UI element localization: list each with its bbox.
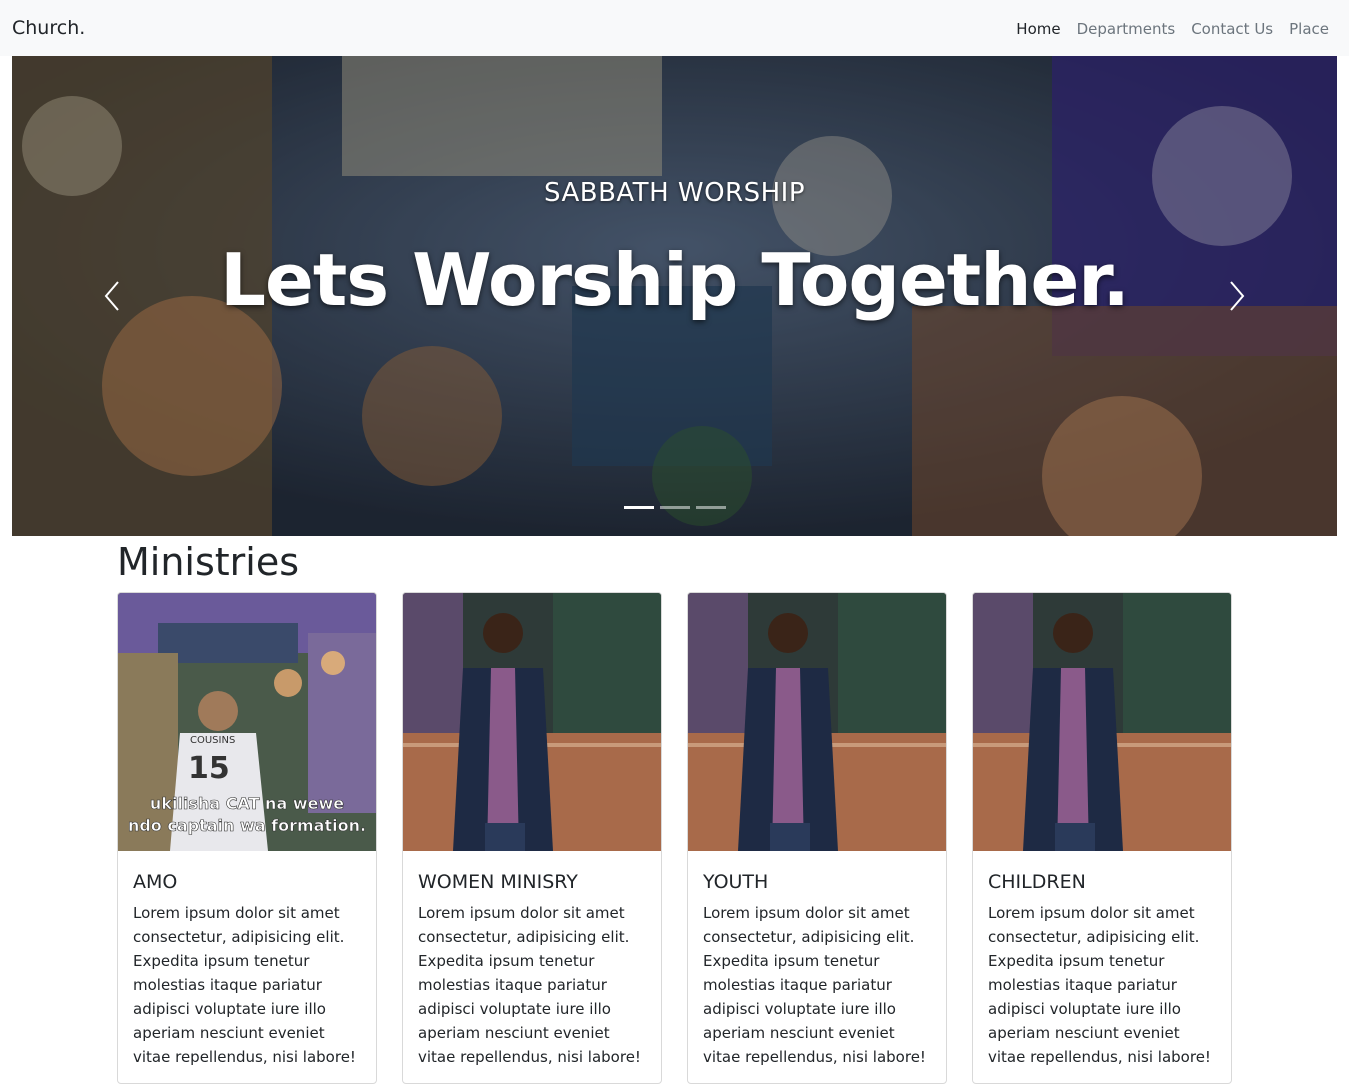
carousel-indicator[interactable]: [623, 506, 654, 509]
carousel-indicators: [12, 506, 1337, 509]
nav-contact-us[interactable]: Contact Us: [1191, 20, 1273, 38]
hero-title: Lets Worship Together.: [220, 238, 1130, 322]
card-title: WOMEN MINISRY: [418, 871, 578, 893]
card-body: CHILDREN Lorem ipsum dolor sit amet cons…: [973, 851, 1231, 1083]
card-body: YOUTH Lorem ipsum dolor sit amet consect…: [688, 851, 946, 1083]
svg-text:15: 15: [188, 751, 230, 786]
nav-home[interactable]: Home: [1016, 20, 1060, 38]
card-title: CHILDREN: [988, 871, 1086, 893]
chevron-right-icon: [1230, 281, 1245, 311]
ministry-card-women[interactable]: WOMEN MINISRY Lorem ipsum dolor sit amet…: [402, 592, 662, 1084]
card-body: AMO Lorem ipsum dolor sit amet consectet…: [118, 851, 376, 1083]
card-text: Lorem ipsum dolor sit amet consectetur, …: [133, 904, 356, 1066]
svg-text:ndo captain wa formation.: ndo captain wa formation.: [128, 816, 366, 835]
brand-logo[interactable]: Church.: [12, 17, 85, 39]
nav-place[interactable]: Place: [1289, 20, 1329, 38]
ministry-card-children[interactable]: CHILDREN Lorem ipsum dolor sit amet cons…: [972, 592, 1232, 1084]
nav-links: Home Departments Contact Us Place: [1000, 20, 1329, 38]
card-text: Lorem ipsum dolor sit amet consectetur, …: [418, 904, 641, 1066]
card-text: Lorem ipsum dolor sit amet consectetur, …: [703, 904, 926, 1066]
svg-text:COUSINS: COUSINS: [190, 735, 235, 746]
chevron-left-icon: [104, 281, 119, 311]
hero-carousel: SABBATH WORSHIP Lets Worship Together.: [12, 56, 1337, 536]
card-text: Lorem ipsum dolor sit amet consectetur, …: [988, 904, 1211, 1066]
ministry-card-youth[interactable]: YOUTH Lorem ipsum dolor sit amet consect…: [687, 592, 947, 1084]
section-heading: Ministries: [117, 540, 300, 584]
hero-kicker: SABBATH WORSHIP: [543, 178, 806, 208]
card-image: [973, 593, 1231, 851]
svg-text:ukilisha CAT na wewe: ukilisha CAT na wewe: [150, 794, 344, 813]
ministry-card-amo[interactable]: COUSINS 15 ukilisha CAT na wewe ndo capt…: [117, 592, 377, 1084]
carousel-prev-button[interactable]: [92, 276, 132, 316]
carousel-indicator[interactable]: [659, 506, 690, 509]
card-image: COUSINS 15 ukilisha CAT na wewe ndo capt…: [118, 593, 376, 851]
navbar: Church. Home Departments Contact Us Plac…: [0, 0, 1349, 56]
nav-departments[interactable]: Departments: [1077, 20, 1176, 38]
card-title: AMO: [133, 871, 178, 893]
card-image: [688, 593, 946, 851]
carousel-next-button[interactable]: [1217, 276, 1257, 316]
card-body: WOMEN MINISRY Lorem ipsum dolor sit amet…: [403, 851, 661, 1083]
carousel-indicator[interactable]: [695, 506, 726, 509]
card-title: YOUTH: [703, 871, 769, 893]
ministries-cards: COUSINS 15 ukilisha CAT na wewe ndo capt…: [117, 592, 1233, 1084]
card-image: [403, 593, 661, 851]
